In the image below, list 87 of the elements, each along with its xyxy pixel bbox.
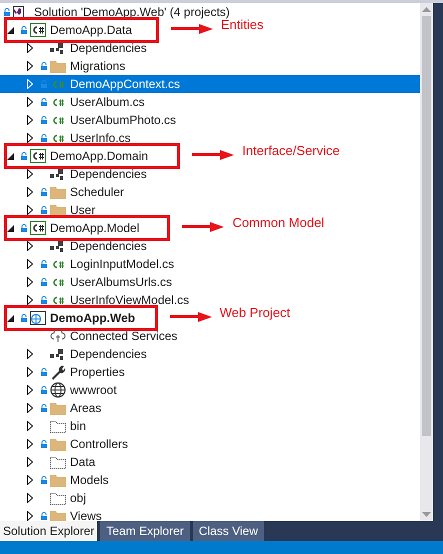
tree-item[interactable]: Views (0, 507, 104, 521)
expanded-arrow-icon[interactable] (7, 26, 14, 34)
tree-item[interactable]: Models (0, 471, 111, 489)
collapsed-arrow-icon[interactable] (27, 277, 33, 287)
tree-item[interactable]: Scheduler (0, 183, 126, 201)
csharp-project-icon (30, 149, 46, 163)
collapsed-arrow-icon[interactable] (27, 97, 33, 107)
csharp-project-icon (30, 23, 46, 37)
annotation-arrow (170, 312, 212, 322)
collapsed-arrow-icon[interactable] (27, 241, 33, 251)
solution-icon (12, 6, 24, 18)
collapsed-arrow-icon[interactable] (27, 421, 33, 431)
expanded-arrow-icon[interactable] (7, 152, 14, 160)
tree-item[interactable]: Dependencies (0, 237, 149, 255)
collapsed-arrow-icon[interactable] (27, 115, 33, 125)
expanded-arrow-icon[interactable] (7, 314, 14, 322)
collapsed-arrow-icon[interactable] (27, 493, 33, 503)
collapsed-arrow-icon[interactable] (27, 349, 33, 359)
tree-item[interactable]: DemoApp.Model (0, 219, 142, 237)
folder-icon (50, 60, 66, 72)
annotation-arrow (182, 222, 224, 232)
collapsed-arrow-icon[interactable] (27, 403, 33, 413)
tree-item[interactable]: obj (0, 489, 88, 507)
collapsed-arrow-icon[interactable] (27, 205, 33, 215)
cloud-icon (50, 329, 66, 343)
csharp-project-icon (30, 221, 46, 235)
annotation-arrow (192, 150, 234, 160)
tree-item[interactable]: DemoAppContext.cs (0, 75, 420, 93)
annotation-label: Common Model (232, 214, 324, 232)
folder-icon (50, 402, 66, 414)
dependencies-icon (50, 42, 64, 54)
dotted-folder-icon (50, 456, 66, 468)
dotted-folder-icon (50, 492, 66, 504)
tree-item[interactable]: Dependencies (0, 345, 149, 363)
collapsed-arrow-icon[interactable] (27, 439, 33, 449)
tree-item[interactable]: DemoApp.Domain (0, 147, 150, 165)
tree-item[interactable]: Connected Services (0, 327, 180, 345)
tree-item[interactable]: Properties (0, 363, 127, 381)
wrench-icon (50, 364, 66, 380)
tree-item[interactable]: DemoApp.Web (0, 309, 138, 327)
web-project-icon (30, 311, 46, 325)
tree-item[interactable]: DemoApp.Data (0, 21, 134, 39)
folder-icon (50, 438, 66, 450)
tree-item[interactable]: UserInfoViewModel.cs (0, 291, 192, 309)
folder-icon (50, 474, 66, 486)
tree-item[interactable]: wwwroot (0, 381, 119, 399)
tree-item[interactable]: UserAlbumPhoto.cs (0, 111, 178, 129)
tree-item[interactable]: Areas (0, 399, 104, 417)
collapsed-arrow-icon[interactable] (27, 43, 33, 53)
collapsed-arrow-icon[interactable] (27, 457, 33, 467)
expanded-arrow-icon[interactable] (7, 224, 14, 232)
tree-item[interactable]: User (0, 201, 98, 219)
tree-item[interactable]: UserInfo.cs (0, 129, 133, 147)
tree-item[interactable]: bin (0, 417, 88, 435)
collapsed-arrow-icon[interactable] (27, 295, 33, 305)
tree-item[interactable]: LoginInputModel.cs (0, 255, 176, 273)
tree-item[interactable]: Migrations (0, 57, 128, 75)
tree-item[interactable]: Dependencies (0, 39, 149, 57)
globe-icon (50, 382, 66, 398)
tree-item[interactable]: UserAlbumsUrls.cs (0, 273, 174, 291)
dotted-folder-icon (50, 420, 66, 432)
tree-item[interactable]: Controllers (0, 435, 130, 453)
tree-item[interactable]: Data (0, 453, 98, 471)
scroll-thumb[interactable] (422, 16, 431, 436)
panel-tab[interactable]: Solution Explorer (0, 521, 98, 541)
collapsed-arrow-icon[interactable] (27, 169, 33, 179)
annotation-label: Web Project (220, 304, 290, 322)
collapsed-arrow-icon[interactable] (27, 385, 33, 395)
panel-tab[interactable]: Team Explorer (100, 521, 190, 541)
dependencies-icon (50, 168, 64, 180)
dependencies-icon (50, 348, 64, 360)
tree-item[interactable]: Dependencies (0, 165, 149, 183)
collapsed-arrow-icon[interactable] (27, 61, 33, 71)
panel-tab[interactable]: Class View (192, 521, 264, 541)
dependencies-icon (50, 240, 64, 252)
annotation-arrow (170, 24, 213, 34)
scrollbar[interactable] (420, 3, 433, 521)
annotation-label: Interface/Service (242, 142, 340, 160)
collapsed-arrow-icon[interactable] (27, 259, 33, 269)
collapsed-arrow-icon[interactable] (27, 511, 33, 521)
collapsed-arrow-icon[interactable] (27, 367, 33, 377)
folder-icon (50, 204, 66, 216)
tree-item[interactable]: UserAlbum.cs (0, 93, 147, 111)
collapsed-arrow-icon[interactable] (27, 133, 33, 143)
collapsed-arrow-icon[interactable] (27, 187, 33, 197)
collapsed-arrow-icon[interactable] (27, 475, 33, 485)
folder-icon (50, 186, 66, 198)
